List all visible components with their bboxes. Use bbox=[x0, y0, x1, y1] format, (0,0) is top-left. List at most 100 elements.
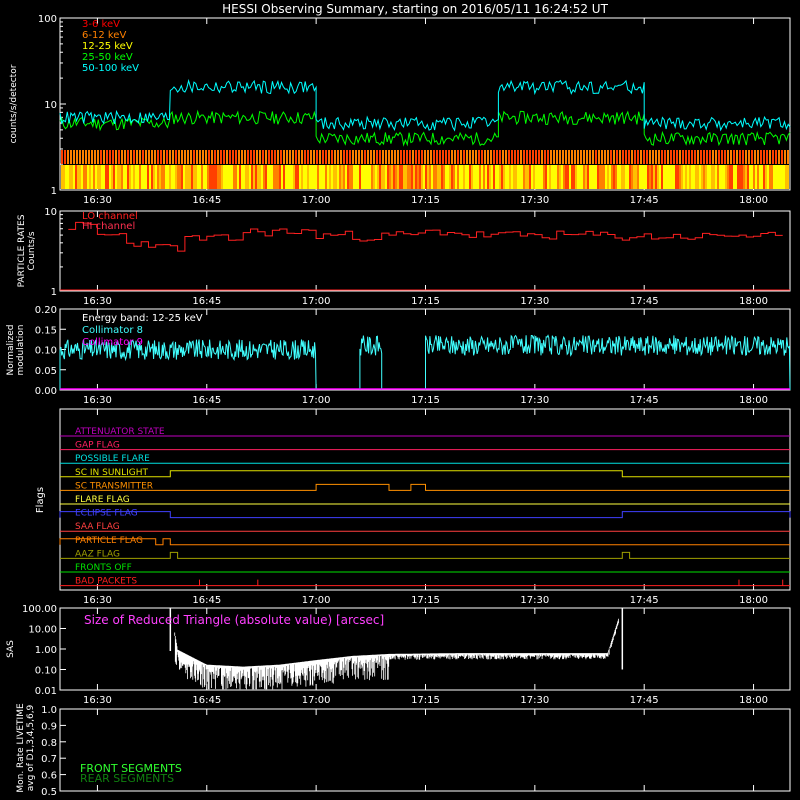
count-rate-band bbox=[97, 150, 99, 164]
count-rate-band bbox=[141, 165, 143, 189]
count-rate-band bbox=[255, 165, 257, 189]
count-rate-band bbox=[178, 150, 180, 164]
count-rate-band bbox=[712, 150, 714, 164]
count-rate-band bbox=[136, 150, 138, 164]
count-rate-band bbox=[521, 165, 523, 189]
count-rate-band bbox=[169, 165, 171, 189]
count-rate-band bbox=[421, 150, 423, 164]
count-rate-band bbox=[433, 165, 435, 189]
count-rate-band bbox=[541, 165, 543, 189]
count-rate-band bbox=[105, 165, 107, 189]
observing-summary-chart: HESSI Observing Summary, starting on 201… bbox=[6, 2, 791, 798]
count-rate-band bbox=[753, 165, 755, 189]
count-rate-band bbox=[415, 150, 417, 164]
count-rate-band bbox=[713, 165, 715, 189]
y-tick-label: 0.10 bbox=[35, 666, 57, 677]
y-axis-label: SAS bbox=[6, 640, 16, 658]
count-rate-band bbox=[154, 150, 156, 164]
count-rate-band bbox=[229, 150, 231, 164]
flag-label: FLARE FLAG bbox=[75, 495, 130, 505]
count-rate-band bbox=[265, 165, 267, 189]
count-rate-band bbox=[609, 165, 611, 189]
count-rate-band bbox=[682, 150, 684, 164]
count-rate-band bbox=[479, 165, 481, 189]
y-axis-label: Flags bbox=[35, 487, 46, 513]
count-rate-band bbox=[471, 165, 473, 189]
count-rate-band bbox=[489, 165, 491, 189]
count-rate-band bbox=[715, 150, 717, 164]
count-rate-band bbox=[655, 150, 657, 164]
count-rate-band bbox=[537, 165, 539, 189]
count-rate-band bbox=[718, 150, 720, 164]
count-rate-band bbox=[388, 150, 390, 164]
count-rate-band bbox=[583, 150, 585, 164]
count-rate-trace bbox=[59, 78, 791, 132]
count-rate-band bbox=[381, 165, 383, 189]
count-rate-band bbox=[519, 165, 521, 189]
count-rate-band bbox=[355, 165, 357, 189]
count-rate-band bbox=[592, 150, 594, 164]
count-rate-band bbox=[615, 165, 617, 189]
count-rate-band bbox=[203, 165, 205, 189]
count-rate-band bbox=[757, 150, 759, 164]
count-rate-band bbox=[457, 165, 459, 189]
count-rate-band bbox=[343, 165, 345, 189]
count-rate-band bbox=[79, 165, 81, 189]
count-rate-band bbox=[649, 165, 651, 189]
count-rate-band bbox=[193, 165, 195, 189]
count-rate-band bbox=[481, 165, 483, 189]
count-rate-band bbox=[481, 150, 483, 164]
count-rate-band bbox=[211, 165, 213, 189]
count-rate-band bbox=[310, 150, 312, 164]
count-rate-band bbox=[259, 150, 261, 164]
count-rate-band bbox=[775, 150, 777, 164]
count-rate-band bbox=[215, 165, 217, 189]
count-rate-band bbox=[663, 165, 665, 189]
count-rate-band bbox=[575, 165, 577, 189]
count-rate-band bbox=[197, 165, 199, 189]
count-rate-band bbox=[693, 165, 695, 189]
count-rate-band bbox=[413, 165, 415, 189]
count-rate-band bbox=[109, 165, 111, 189]
x-tick-label: 17:00 bbox=[302, 695, 331, 706]
count-rate-band bbox=[527, 165, 529, 189]
count-rate-band bbox=[171, 165, 173, 189]
count-rate-band bbox=[649, 150, 651, 164]
count-rate-band bbox=[544, 150, 546, 164]
count-rate-band bbox=[777, 165, 779, 189]
count-rate-band bbox=[455, 165, 457, 189]
count-rate-band bbox=[445, 150, 447, 164]
count-rate-band bbox=[611, 165, 613, 189]
count-rate-band bbox=[127, 150, 129, 164]
count-rate-band bbox=[85, 165, 87, 189]
count-rate-band bbox=[179, 165, 181, 189]
count-rate-band bbox=[785, 165, 787, 189]
count-rate-band bbox=[181, 150, 183, 164]
count-rate-band bbox=[157, 165, 159, 189]
count-rate-band bbox=[231, 165, 233, 189]
count-rate-band bbox=[117, 165, 119, 189]
count-rate-band bbox=[124, 150, 126, 164]
count-rate-band bbox=[219, 165, 221, 189]
count-rate-band bbox=[295, 165, 297, 189]
count-rate-band bbox=[391, 150, 393, 164]
count-rate-band bbox=[442, 150, 444, 164]
count-rate-band bbox=[667, 150, 669, 164]
count-rate-band bbox=[623, 165, 625, 189]
count-rate-band bbox=[339, 165, 341, 189]
count-rate-band bbox=[85, 150, 87, 164]
y-tick-label: 100.00 bbox=[22, 604, 57, 615]
count-rate-band bbox=[577, 150, 579, 164]
x-tick-label: 16:45 bbox=[192, 296, 221, 307]
count-rate-band bbox=[165, 165, 167, 189]
count-rate-band bbox=[441, 165, 443, 189]
count-rate-band bbox=[299, 165, 301, 189]
count-rate-band bbox=[329, 165, 331, 189]
count-rate-band bbox=[760, 150, 762, 164]
count-rate-band bbox=[706, 150, 708, 164]
count-rate-band bbox=[741, 165, 743, 189]
count-rate-band bbox=[605, 165, 607, 189]
count-rate-band bbox=[275, 165, 277, 189]
count-rate-band bbox=[781, 150, 783, 164]
count-rate-band bbox=[723, 165, 725, 189]
